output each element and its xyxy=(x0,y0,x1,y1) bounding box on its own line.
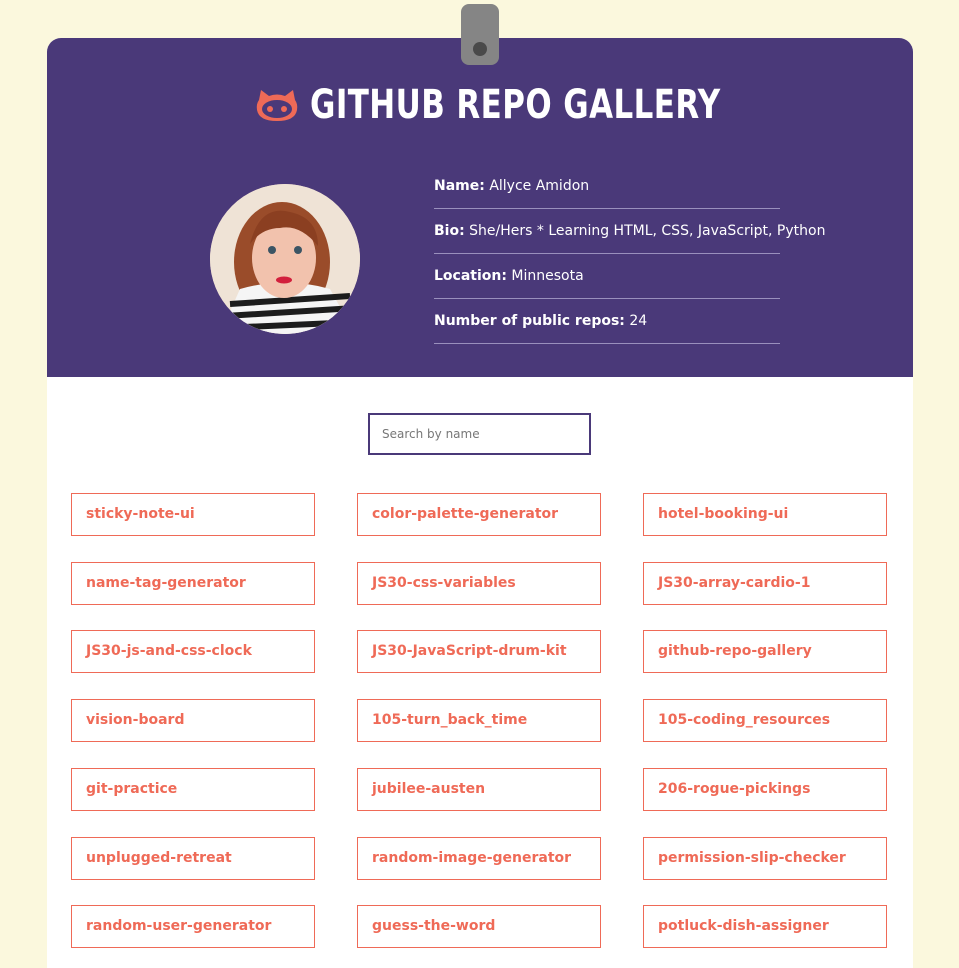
repo-item[interactable]: random-image-generator xyxy=(357,837,601,880)
search-input[interactable] xyxy=(368,413,591,455)
name-label: Name: xyxy=(434,178,485,194)
bio-label: Bio: xyxy=(434,223,465,239)
gallery-card: GITHUB REPO GALLERY Name: Allyce Amidon xyxy=(47,38,913,968)
page-title: GITHUB REPO GALLERY xyxy=(309,82,721,128)
profile-name-row: Name: Allyce Amidon xyxy=(434,164,780,209)
repo-item[interactable]: unplugged-retreat xyxy=(71,837,315,880)
repo-item[interactable]: JS30-css-variables xyxy=(357,562,601,605)
bio-value: She/Hers * Learning HTML, CSS, JavaScrip… xyxy=(469,223,826,239)
profile-location-row: Location: Minnesota xyxy=(434,254,780,299)
title-row: GITHUB REPO GALLERY xyxy=(47,82,913,128)
location-label: Location: xyxy=(434,268,507,284)
name-value: Allyce Amidon xyxy=(489,178,590,194)
repo-item[interactable]: 105-turn_back_time xyxy=(357,699,601,742)
repo-item[interactable]: git-practice xyxy=(71,768,315,811)
repo-item[interactable]: name-tag-generator xyxy=(71,562,315,605)
repo-item[interactable]: github-repo-gallery xyxy=(643,630,887,673)
avatar xyxy=(210,184,360,334)
repo-item[interactable]: hotel-booking-ui xyxy=(643,493,887,536)
repo-item[interactable]: random-user-generator xyxy=(71,905,315,948)
repo-item[interactable]: JS30-array-cardio-1 xyxy=(643,562,887,605)
profile-header: GITHUB REPO GALLERY Name: Allyce Amidon xyxy=(47,38,913,377)
repo-item[interactable]: JS30-js-and-css-clock xyxy=(71,630,315,673)
profile-info: Name: Allyce Amidon Bio: She/Hers * Lear… xyxy=(434,164,825,344)
location-value: Minnesota xyxy=(511,268,584,284)
repo-item[interactable]: 206-rogue-pickings xyxy=(643,768,887,811)
repos-count-value: 24 xyxy=(629,313,648,329)
repo-item[interactable]: jubilee-austen xyxy=(357,768,601,811)
repo-item[interactable]: color-palette-generator xyxy=(357,493,601,536)
repos-count-label: Number of public repos: xyxy=(434,313,625,329)
repo-item[interactable]: vision-board xyxy=(71,699,315,742)
profile-repos-row: Number of public repos: 24 xyxy=(434,299,780,344)
repo-item[interactable]: guess-the-word xyxy=(357,905,601,948)
repo-item[interactable]: potluck-dish-assigner xyxy=(643,905,887,948)
repo-item[interactable]: 105-coding_resources xyxy=(643,699,887,742)
repo-item[interactable]: permission-slip-checker xyxy=(643,837,887,880)
github-octocat-icon xyxy=(256,90,297,121)
profile-bio-row: Bio: She/Hers * Learning HTML, CSS, Java… xyxy=(434,209,825,254)
repo-item[interactable]: JS30-JavaScript-drum-kit xyxy=(357,630,601,673)
repo-item[interactable]: sticky-note-ui xyxy=(71,493,315,536)
clipboard-clip xyxy=(461,4,499,65)
clip-hole xyxy=(473,42,487,56)
